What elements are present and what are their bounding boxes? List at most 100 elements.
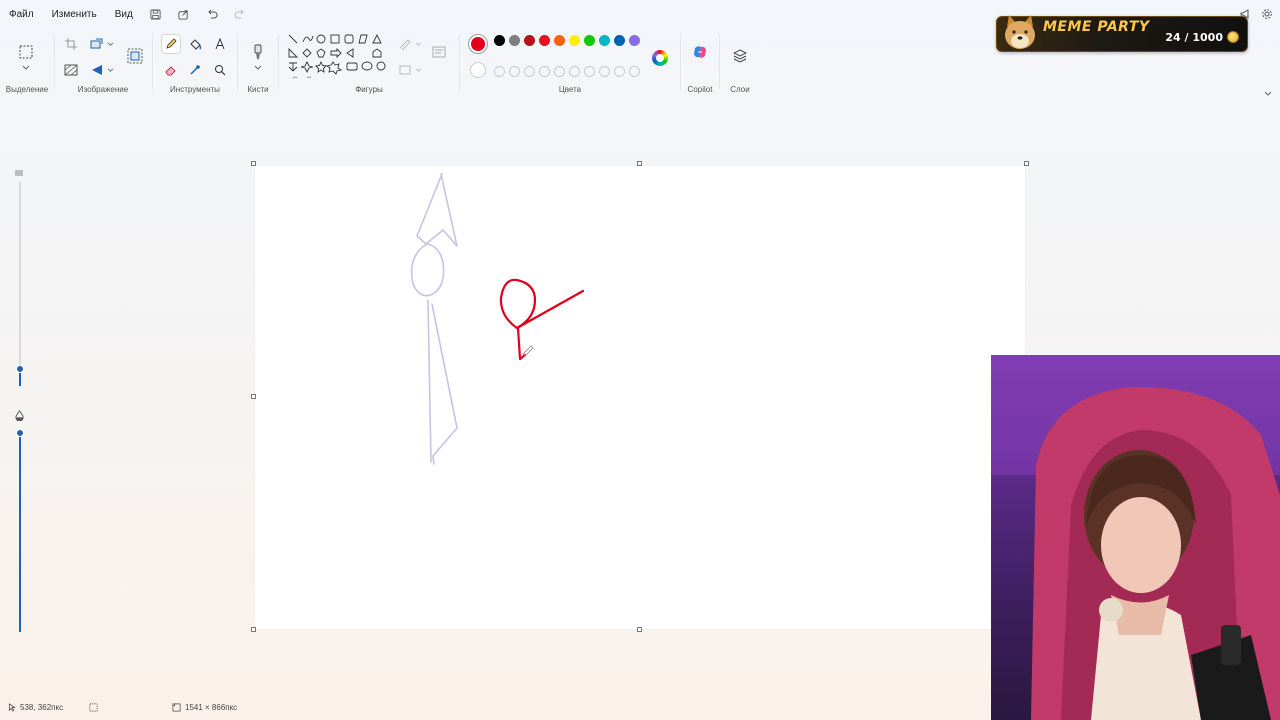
brush-icon[interactable] <box>248 42 268 62</box>
group-layers: Слои <box>720 28 760 98</box>
menu-edit[interactable]: Изменить <box>43 0 106 28</box>
resize-handle-top[interactable] <box>637 161 642 166</box>
canvas-size-icon <box>172 703 181 712</box>
image-select-icon[interactable] <box>125 46 145 66</box>
chevron-down-icon[interactable] <box>413 60 423 80</box>
canvas-drawing <box>410 173 585 465</box>
resize-handle-top-left[interactable] <box>251 161 256 166</box>
color-swatch[interactable] <box>494 66 505 77</box>
canvas-size-text: 1541 × 866пкс <box>185 703 238 712</box>
resize-handle-left[interactable] <box>251 394 256 399</box>
outline-icon[interactable] <box>395 34 415 54</box>
color-swatch[interactable] <box>629 35 640 46</box>
opacity-thumb[interactable] <box>16 429 24 437</box>
brush-size-icon <box>14 164 26 176</box>
color-swatch[interactable] <box>584 66 595 77</box>
color-swatch[interactable] <box>569 35 580 46</box>
canvas-size: 1541 × 866пкс <box>172 703 237 712</box>
share-icon[interactable] <box>170 0 198 28</box>
pencil-icon[interactable] <box>161 34 181 54</box>
menu-file[interactable]: Файл <box>0 0 43 28</box>
chevron-down-icon[interactable] <box>248 62 268 74</box>
chevron-down-icon[interactable] <box>105 34 115 54</box>
color-swatch[interactable] <box>554 66 565 77</box>
color-swatch[interactable] <box>599 35 610 46</box>
resize-icon[interactable] <box>87 34 107 54</box>
undo-icon[interactable] <box>198 0 226 28</box>
color-swatch[interactable] <box>509 35 520 46</box>
group-copilot: Copilot <box>681 28 719 98</box>
opacity-fill[interactable] <box>19 434 21 632</box>
group-label-selection: Выделение <box>5 85 49 94</box>
color-swatch[interactable] <box>524 66 535 77</box>
cursor-position-text: 538, 362пкс <box>20 703 64 712</box>
group-label-layers: Слои <box>730 85 750 94</box>
group-tools: Инструменты <box>153 28 237 98</box>
menu-view[interactable]: Вид <box>106 0 142 28</box>
group-image: Изображение <box>55 28 151 98</box>
webcam-image <box>991 355 1280 720</box>
select-rectangle-icon[interactable] <box>16 42 36 62</box>
group-label-copilot: Copilot <box>687 85 713 94</box>
group-label-image: Изображение <box>77 85 129 94</box>
doge-icon <box>1001 13 1039 53</box>
color-swatch[interactable] <box>539 66 550 77</box>
active-color-primary[interactable] <box>468 34 488 54</box>
layers-icon[interactable] <box>730 46 750 66</box>
magnifier-icon[interactable] <box>210 60 230 80</box>
overlay-counter: 24 / 1000 <box>1165 31 1223 44</box>
fill-bucket-icon[interactable] <box>185 34 205 54</box>
group-colors: Цвета <box>460 28 680 98</box>
fill-icon[interactable] <box>395 60 415 80</box>
copilot-icon[interactable] <box>690 42 710 62</box>
crop-icon[interactable] <box>61 34 81 54</box>
red-stroke-tail <box>516 326 527 361</box>
chevron-down-icon[interactable] <box>105 60 115 80</box>
color-swatch[interactable] <box>614 35 625 46</box>
color-swatch[interactable] <box>584 35 595 46</box>
redo-icon[interactable] <box>226 0 254 28</box>
color-swatch[interactable] <box>539 35 550 46</box>
webcam-feed <box>991 355 1280 720</box>
edit-colors-icon[interactable] <box>652 50 668 66</box>
chevron-down-icon[interactable] <box>413 34 423 54</box>
save-icon[interactable] <box>142 0 170 28</box>
status-bar: 538, 362пкс 1541 × 866пкс <box>0 698 990 718</box>
group-label-colors: Цвета <box>558 85 582 94</box>
lavender-stroke-loop <box>410 243 445 297</box>
color-swatch[interactable] <box>509 66 520 77</box>
selection-size-icon <box>89 703 98 712</box>
group-shapes: Фигуры <box>279 28 459 98</box>
text-icon[interactable] <box>210 34 230 54</box>
color-swatch[interactable] <box>614 66 625 77</box>
opacity-icon <box>14 408 26 422</box>
gear-icon[interactable] <box>1258 5 1276 23</box>
group-label-tools: Инструменты <box>170 85 220 94</box>
ribbon-expand-icon[interactable] <box>1264 84 1274 96</box>
red-stroke-line <box>515 289 585 330</box>
color-swatch[interactable] <box>569 66 580 77</box>
active-color-secondary[interactable] <box>470 62 486 78</box>
color-picker-icon[interactable] <box>185 60 205 80</box>
brush-size-thumb[interactable] <box>16 365 24 373</box>
coin-icon <box>1227 31 1239 43</box>
shapes-gallery[interactable] <box>285 33 389 83</box>
chevron-down-icon[interactable] <box>16 62 36 74</box>
eraser-icon[interactable] <box>161 60 181 80</box>
color-swatch[interactable] <box>524 35 535 46</box>
drawing-canvas[interactable] <box>255 166 1025 629</box>
resize-handle-top-right[interactable] <box>1024 161 1029 166</box>
meme-party-overlay: MEME PARTY 24 / 1000 <box>996 13 1248 53</box>
brush-size-track[interactable] <box>19 182 21 368</box>
rotate-icon[interactable] <box>87 60 107 80</box>
color-swatch[interactable] <box>599 66 610 77</box>
select-all-icon[interactable] <box>61 60 81 80</box>
resize-handle-bottom-left[interactable] <box>251 627 256 632</box>
color-swatch[interactable] <box>554 35 565 46</box>
color-swatch[interactable] <box>629 66 640 77</box>
selection-size <box>89 703 98 712</box>
shape-style-icon[interactable] <box>429 42 449 62</box>
color-swatch[interactable] <box>494 35 505 46</box>
resize-handle-bottom[interactable] <box>637 627 642 632</box>
cursor-icon <box>8 703 16 712</box>
